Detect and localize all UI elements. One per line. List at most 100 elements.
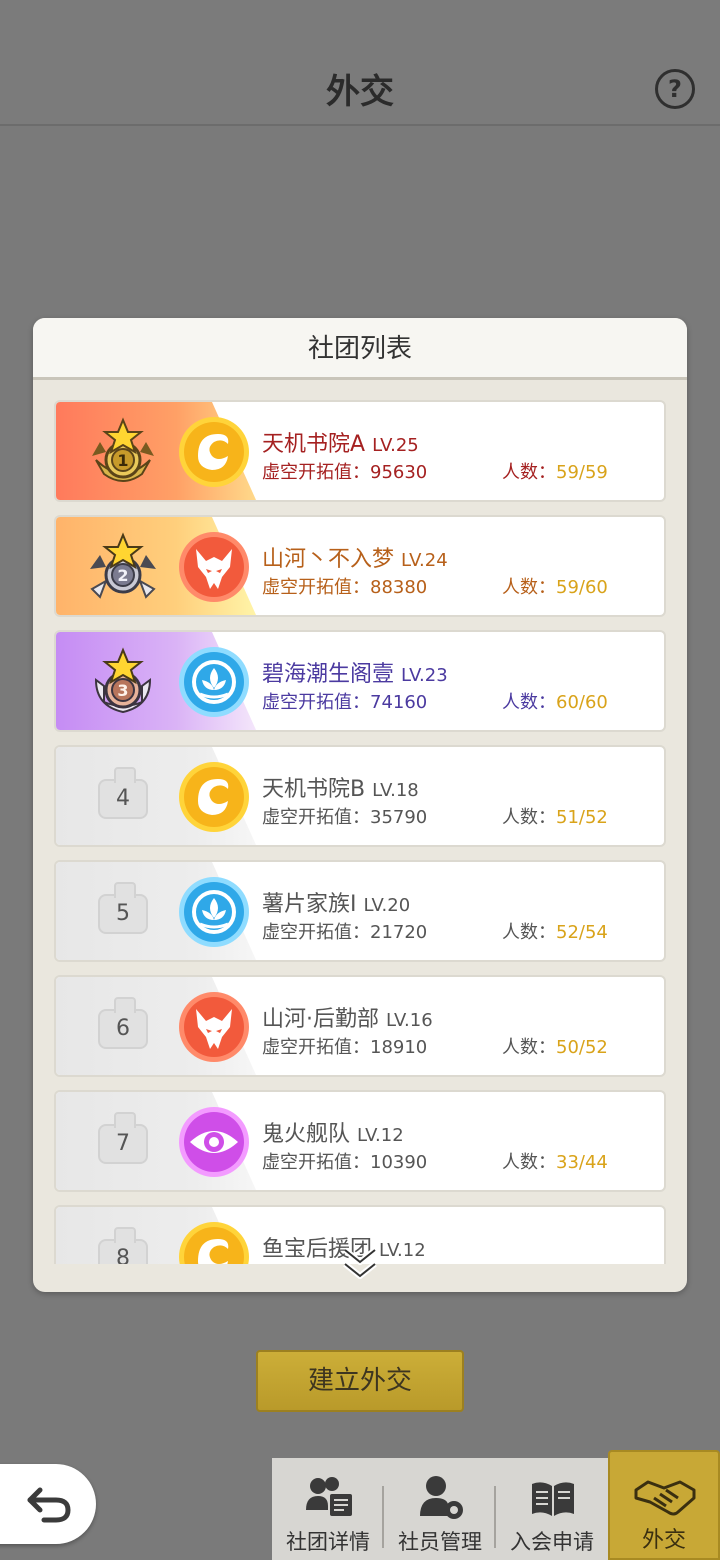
club-score-line: 虚空开拓值：10390: [262, 1148, 427, 1174]
club-name-line: 天机书院B LV.18: [262, 771, 419, 803]
club-level: LV.12: [379, 1240, 426, 1261]
club-score: 95630: [370, 462, 428, 483]
club-row[interactable]: 5 薯片家族I LV.20 虚空开拓值：21720 人数：52/54: [54, 860, 666, 962]
members-label: 人数：: [502, 1152, 556, 1173]
club-name-line: 山河·后勤部 LV.16: [262, 1001, 433, 1033]
club-members-line: 人数：52/54: [502, 918, 608, 944]
scroll-down-chevron-icon: [343, 1247, 377, 1279]
club-members-line: 人数：51/52: [502, 803, 608, 829]
back-button[interactable]: [0, 1464, 96, 1544]
club-score-line: 虚空开拓值：88380: [262, 573, 427, 599]
club-level: LV.12: [357, 1125, 404, 1146]
club-name-line: 碧海潮生阁壹 LV.23: [262, 656, 448, 688]
back-arrow-icon: [27, 1487, 71, 1523]
red-dragon-emblem-icon: [179, 532, 249, 602]
club-list-dialog: 社团列表 1 天机书院A LV.25 虚空开拓值：95630 人数：59/59: [33, 318, 687, 1292]
members-label: 人数：: [502, 692, 556, 713]
tab-diplomacy[interactable]: 外交: [608, 1450, 720, 1560]
club-members-line: 人数：59/59: [502, 458, 608, 484]
club-level: LV.20: [363, 895, 411, 916]
join-request-icon: [532, 1482, 574, 1516]
club-level: LV.18: [372, 780, 419, 801]
score-label: 虚空开拓值：: [262, 922, 370, 943]
rank-number: 5: [98, 882, 148, 934]
svg-text:3: 3: [117, 681, 128, 700]
bronze-medal-icon: 3: [94, 647, 152, 714]
purple-eye-emblem-icon: [179, 1107, 249, 1177]
club-members: 60/60: [556, 692, 608, 713]
club-score-line: 虚空开拓值：74160: [262, 688, 427, 714]
tab-member-management[interactable]: 社员管理: [384, 1458, 496, 1560]
rank-number: 4: [98, 767, 148, 819]
score-label: 虚空开拓值：: [262, 692, 370, 713]
club-level: LV.23: [401, 665, 448, 686]
club-members: 33/44: [556, 1152, 608, 1173]
tab-label: 社员管理: [398, 1530, 482, 1554]
club-name: 鬼火舰队: [262, 1122, 351, 1147]
create-diplomacy-button[interactable]: 建立外交: [256, 1350, 464, 1412]
score-label: 虚空开拓值：: [262, 462, 370, 483]
members-label: 人数：: [502, 922, 556, 943]
members-label: 人数：: [502, 807, 556, 828]
score-label: 虚空开拓值：: [262, 807, 370, 828]
club-score: 74160: [370, 692, 428, 713]
blue-lotus-emblem-icon: [179, 877, 249, 947]
bottom-nav: 社团详情 社员管理 入会申请 外交: [272, 1450, 720, 1560]
club-row[interactable]: 2 山河丶不入梦 LV.24 虚空开拓值：88380 人数：59/60: [54, 515, 666, 617]
club-row[interactable]: 4 天机书院B LV.18 虚空开拓值：35790 人数：51/52: [54, 745, 666, 847]
club-members: 52/54: [556, 922, 608, 943]
club-name: 天机书院A: [262, 432, 366, 457]
club-row[interactable]: 1 天机书院A LV.25 虚空开拓值：95630 人数：59/59: [54, 400, 666, 502]
dialog-title: 社团列表: [33, 318, 687, 380]
orange-swirl-emblem-icon: [179, 417, 249, 487]
red-dragon-emblem-icon: [179, 992, 249, 1062]
orange-swirl-emblem-icon: [179, 762, 249, 832]
club-name: 山河·后勤部: [262, 1007, 379, 1032]
club-name: 天机书院B: [262, 777, 366, 802]
tab-label: 社团详情: [286, 1530, 370, 1554]
club-name: 碧海潮生阁壹: [262, 662, 395, 687]
members-label: 人数：: [502, 577, 556, 598]
blue-lotus-emblem-icon: [179, 647, 249, 717]
club-score: 35790: [370, 807, 428, 828]
top-bar: 外交 ?: [0, 0, 720, 126]
member-manage-icon: [420, 1476, 463, 1519]
club-members-line: 人数：60/60: [502, 688, 608, 714]
score-label: 虚空开拓值：: [262, 1152, 370, 1173]
members-label: 人数：: [502, 1037, 556, 1058]
club-name: 山河丶不入梦: [262, 547, 395, 572]
club-name-line: 山河丶不入梦 LV.24: [262, 541, 448, 573]
club-members: 59/60: [556, 577, 608, 598]
page-title: 外交: [326, 72, 394, 112]
tab-join-requests[interactable]: 入会申请: [496, 1458, 608, 1560]
club-row[interactable]: 3 碧海潮生阁壹 LV.23 虚空开拓值：74160 人数：60/60: [54, 630, 666, 732]
rank-number: 6: [98, 997, 148, 1049]
tab-label: 入会申请: [510, 1530, 594, 1554]
gold-medal-icon: 1: [92, 417, 154, 482]
club-members-line: 人数：50/52: [502, 1033, 608, 1059]
members-label: 人数：: [502, 462, 556, 483]
club-name: 薯片家族I: [262, 892, 357, 917]
club-row[interactable]: 6 山河·后勤部 LV.16 虚空开拓值：18910 人数：50/52: [54, 975, 666, 1077]
club-score-line: 虚空开拓值：35790: [262, 803, 427, 829]
club-score-line: 虚空开拓值：21720: [262, 918, 427, 944]
svg-text:1: 1: [117, 451, 128, 470]
club-score-line: 虚空开拓值：18910: [262, 1033, 427, 1059]
club-level: LV.25: [372, 435, 419, 456]
club-name-line: 鬼火舰队 LV.12: [262, 1116, 404, 1148]
svg-text:2: 2: [117, 566, 128, 585]
score-label: 虚空开拓值：: [262, 577, 370, 598]
club-members: 51/52: [556, 807, 608, 828]
club-details-icon: [306, 1477, 352, 1516]
help-button[interactable]: ?: [655, 69, 695, 109]
club-members: 59/59: [556, 462, 608, 483]
club-score: 88380: [370, 577, 428, 598]
rank-number: 8: [98, 1227, 148, 1264]
club-list[interactable]: 1 天机书院A LV.25 虚空开拓值：95630 人数：59/59 2 山河丶…: [54, 400, 666, 1264]
club-score: 10390: [370, 1152, 428, 1173]
score-label: 虚空开拓值：: [262, 1037, 370, 1058]
silver-medal-icon: 2: [90, 532, 156, 599]
tab-club-details[interactable]: 社团详情: [272, 1458, 384, 1560]
club-score-line: 虚空开拓值：95630: [262, 458, 427, 484]
club-row[interactable]: 7 鬼火舰队 LV.12 虚空开拓值：10390 人数：33/44: [54, 1090, 666, 1192]
